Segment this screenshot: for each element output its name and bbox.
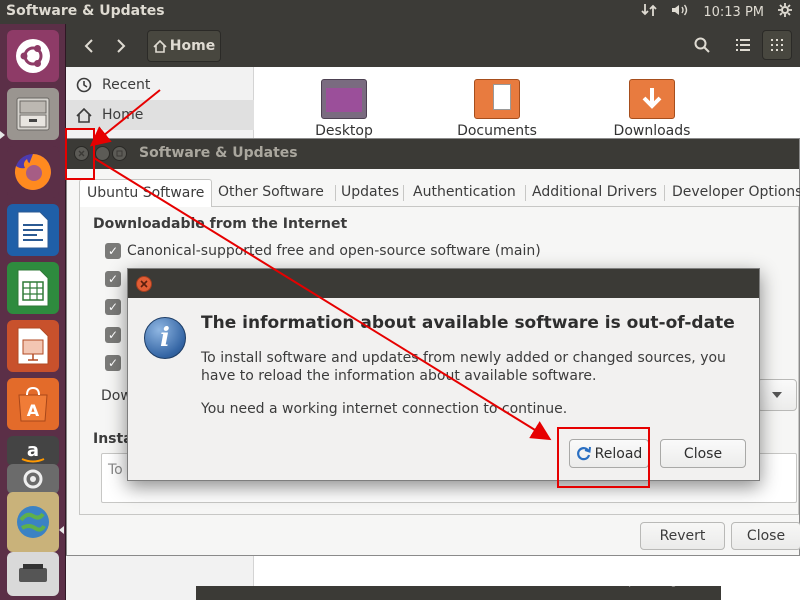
chevron-down-icon — [772, 392, 782, 398]
tab-updates[interactable]: Updates — [334, 179, 406, 207]
folder-label: Documents — [457, 123, 537, 139]
folder-label: Downloads — [613, 123, 691, 139]
tab-ubuntu-software[interactable]: Ubuntu Software — [79, 179, 213, 208]
sw-maximize-button[interactable] — [112, 146, 127, 161]
sw-close-window-button[interactable]: Close — [731, 522, 800, 550]
clock-time[interactable]: 10:13 PM — [703, 5, 764, 20]
sw-minimize-button[interactable] — [95, 146, 110, 161]
top-panel-app-title: Software & Updates — [6, 3, 165, 19]
download-server-dropdown[interactable] — [757, 379, 797, 411]
tab-authentication[interactable]: Authentication — [406, 179, 523, 207]
grid-view-button[interactable] — [762, 30, 792, 60]
ubuntu-dash-icon[interactable] — [7, 30, 59, 82]
sidebar-item-recent[interactable]: Recent — [66, 70, 254, 100]
software-updates-icon[interactable] — [7, 492, 59, 552]
settings-icon[interactable] — [7, 464, 59, 494]
list-icon — [736, 39, 750, 51]
power-gear-icon[interactable] — [778, 3, 792, 21]
maximize-icon — [116, 150, 123, 157]
software-center-icon[interactable]: A — [7, 378, 59, 430]
back-button[interactable] — [74, 31, 104, 61]
checkbox-main-label: Canonical-supported free and open-source… — [127, 243, 541, 259]
sidebar-item-home[interactable]: Home — [66, 100, 254, 130]
documents-folder-icon — [474, 79, 520, 119]
impress-icon[interactable] — [7, 320, 59, 372]
sw-tabs: Ubuntu Software Other Software Updates A… — [79, 179, 800, 208]
dialog-close-button[interactable] — [136, 276, 152, 292]
checkbox-restricted[interactable]: ✓ — [105, 297, 121, 317]
sidebar-item-label: Home — [102, 107, 144, 123]
cdrom-field-text: To — [108, 462, 123, 478]
folder-desktop[interactable]: Desktop — [299, 79, 389, 139]
checkbox-checked[interactable]: ✓ — [105, 271, 121, 287]
path-home-button[interactable]: Home — [147, 30, 221, 62]
search-button[interactable] — [687, 30, 717, 60]
top-panel: Software & Updates 10:13 PM — [0, 0, 800, 24]
revert-button[interactable]: Revert — [640, 522, 725, 550]
search-icon — [694, 37, 710, 53]
sidebar-item-label: Recent — [102, 77, 151, 93]
sw-window-title: Software & Updates — [139, 145, 298, 161]
tab-separator — [403, 185, 404, 201]
volume-icon[interactable] — [671, 3, 689, 21]
grid-icon — [771, 39, 783, 51]
launcher-active-indicator — [0, 131, 5, 139]
checkbox-universe[interactable]: ✓ — [105, 269, 121, 289]
checkbox-checked[interactable]: ✓ — [105, 299, 121, 315]
sw-titlebar: Software & Updates — [67, 139, 799, 169]
dialog-heading: The information about available software… — [201, 313, 735, 333]
info-icon: i — [144, 317, 186, 359]
home-icon — [153, 39, 167, 53]
checkbox-main[interactable]: ✓ Canonical-supported free and open-sour… — [105, 241, 541, 261]
watermark-text: https://blog.csdn.net/superica_ — [613, 572, 790, 587]
section-downloadable-title: Downloadable from the Internet — [93, 216, 348, 232]
writer-icon[interactable] — [7, 204, 59, 256]
svg-text:A: A — [27, 401, 40, 420]
files-headerbar: Home — [66, 24, 800, 67]
dialog-body-internet-info: You need a working internet connection t… — [201, 401, 568, 417]
dialog-close-text-button[interactable]: Close — [660, 439, 746, 468]
close-icon — [140, 280, 148, 288]
amazon-icon[interactable]: a — [7, 436, 59, 466]
launcher-running-indicator — [59, 526, 64, 534]
checkbox-checked[interactable]: ✓ — [105, 355, 121, 371]
list-view-button[interactable] — [728, 30, 758, 60]
forward-button[interactable] — [106, 31, 136, 61]
downloads-folder-icon — [629, 79, 675, 119]
desktop-folder-icon — [321, 79, 367, 119]
tab-other-software[interactable]: Other Software — [211, 179, 331, 207]
tab-developer-options[interactable]: Developer Options — [665, 179, 800, 207]
network-arrows-icon[interactable] — [641, 3, 657, 21]
annotation-box-close-button — [65, 128, 95, 180]
annotation-box-reload-button — [557, 427, 650, 488]
home-icon — [76, 107, 92, 123]
checkbox-source-code[interactable]: ✓ — [105, 353, 121, 373]
out-of-date-dialog: i The information about available softwa… — [127, 268, 760, 481]
checkbox-checked[interactable]: ✓ — [105, 243, 121, 259]
files-icon[interactable] — [7, 88, 59, 140]
folder-downloads[interactable]: Downloads — [607, 79, 697, 139]
dialog-body-reload-info: To install software and updates from new… — [201, 350, 726, 384]
path-home-label: Home — [169, 38, 216, 54]
checkbox-checked[interactable]: ✓ — [105, 327, 121, 343]
dialog-titlebar — [128, 269, 759, 298]
firefox-icon[interactable] — [7, 146, 59, 198]
usb-drive-icon[interactable] — [7, 552, 59, 596]
svg-text:a: a — [27, 440, 39, 461]
bottom-window-strip — [196, 586, 721, 600]
tab-additional-drivers[interactable]: Additional Drivers — [525, 179, 664, 207]
launcher: A a — [0, 24, 66, 600]
checkbox-multiverse[interactable]: ✓ — [105, 325, 121, 345]
folder-documents[interactable]: Documents — [452, 79, 542, 139]
clock-icon — [76, 77, 92, 93]
folder-label: Desktop — [315, 123, 373, 139]
calc-icon[interactable] — [7, 262, 59, 314]
top-panel-indicators: 10:13 PM — [641, 3, 792, 21]
